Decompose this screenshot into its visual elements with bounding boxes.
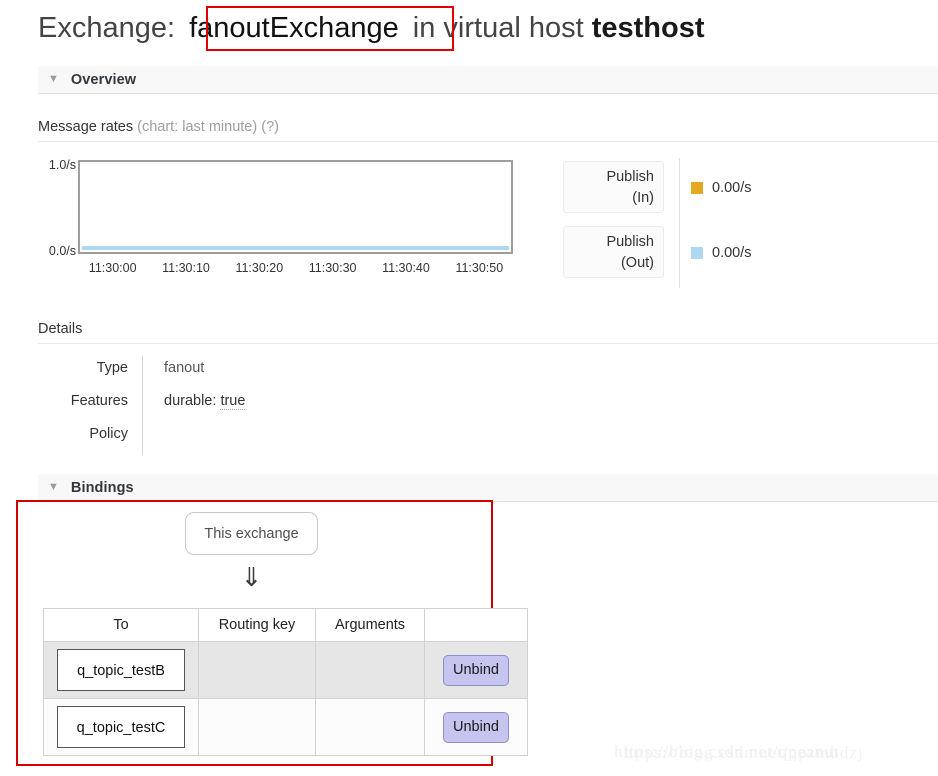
rate-block-publish-in-line1: Publish [606,169,654,185]
exchange-name: fanoutExchange [189,12,399,44]
message-rates-title: Message rates [38,119,134,135]
details-value-policy [142,422,402,455]
details-key-features: Features [70,393,128,409]
queue-link[interactable]: q_topic_testB [57,649,185,691]
watermark: https://blog.csdn.net/qpeanut https://bl… [614,742,863,762]
rate-block-publish-in-line2: (In) [632,190,654,206]
watermark-overlay-text: https://blog.csdn.net/qpzmbdzj [624,743,864,762]
details-title: Details [38,321,83,337]
bindings-table-header-row: To Routing key Arguments [43,608,528,642]
rate-block-publish-in: Publish (In) [563,161,664,213]
legend-value-publish-in: 0.00/s [712,180,752,196]
legend-publish-out: 0.00/s [691,245,752,261]
details-row-type: Type fanout [38,356,402,389]
column-header-to: To [43,608,199,642]
chart-x-tick: 11:30:00 [88,261,137,275]
table-row: q_topic_testC Unbind [43,698,528,756]
binding-arguments-cell [315,698,425,756]
section-label-bindings: Bindings [70,479,134,496]
legend-publish-in: 0.00/s [691,180,752,196]
unbind-button[interactable]: Unbind [443,711,509,743]
column-header-actions [424,608,528,642]
message-rates-heading: Message rates (chart: last minute) (?) [38,119,938,142]
help-icon[interactable]: (?) [261,119,279,135]
rate-block-publish-out: Publish (Out) [563,226,664,278]
details-row-features: Features durable: true [38,389,402,422]
rate-block-publish-out-line1: Publish [606,234,654,250]
binding-routing-key-cell [198,698,316,756]
details-row-policy: Policy [38,422,402,455]
chart-plot-area [78,160,513,254]
queue-link[interactable]: q_topic_testC [57,706,185,748]
binding-action-cell: Unbind [424,641,528,699]
legend-swatch-icon-publish-out [691,247,703,259]
double-down-arrow-icon: ⇓ [240,562,263,592]
legend-divider [679,158,680,288]
details-table: Type fanout Features durable: true Polic… [38,356,402,455]
chart-x-tick: 11:30:10 [162,261,210,275]
page-title-middle: in virtual host [412,12,584,44]
binding-to-cell: q_topic_testB [43,641,199,699]
unbind-button[interactable]: Unbind [443,654,509,686]
this-exchange-label: This exchange [204,525,299,542]
features-prefix: durable: [164,393,221,409]
message-rates-note: (chart: last minute) [137,119,258,135]
chart-series-publish-out-line [82,246,509,250]
chart-y-tick-bottom: 0.0/s [48,244,76,258]
chart-x-tick: 11:30:20 [235,261,284,275]
details-heading: Details [38,321,938,344]
column-header-routing-key: Routing key [198,608,316,642]
details-key-type: Type [96,360,128,376]
details-key-policy: Policy [89,426,128,442]
rate-block-publish-out-line2: (Out) [620,255,654,271]
page-title-prefix: Exchange: [38,12,176,44]
page-title: Exchange: fanoutExchange in virtual host… [38,6,705,50]
bindings-table: To Routing key Arguments q_topic_testB U… [43,608,528,756]
vhost-name: testhost [591,12,705,44]
binding-to-cell: q_topic_testC [43,698,199,756]
chart-x-tick: 11:30:40 [382,261,430,275]
chart-x-tick: 11:30:30 [308,261,357,275]
section-header-bindings[interactable]: ▼ Bindings [38,474,938,502]
chart-x-axis: 11:30:00 11:30:10 11:30:20 11:30:30 11:3… [76,261,516,275]
legend-value-publish-out: 0.00/s [712,245,752,261]
section-label-overview: Overview [70,71,137,88]
binding-arguments-cell [315,641,425,699]
column-header-arguments: Arguments [315,608,425,642]
legend-swatch-icon-publish-in [691,182,703,194]
binding-routing-key-cell [198,641,316,699]
chart-x-tick: 11:30:50 [455,261,504,275]
table-row: q_topic_testB Unbind [43,641,528,699]
features-durable-value: true [220,393,246,410]
details-value-type: fanout [142,356,402,389]
this-exchange-node: This exchange [185,512,318,555]
chart-y-tick-top: 1.0/s [48,158,76,172]
caret-down-icon: ▼ [48,73,59,85]
section-header-overview[interactable]: ▼ Overview [38,66,938,94]
details-value-features: durable: true [142,389,402,422]
caret-down-icon: ▼ [48,481,59,493]
binding-action-cell: Unbind [424,698,528,756]
message-rates-chart: 1.0/s 0.0/s 11:30:00 11:30:10 11:30:20 1… [38,158,538,288]
